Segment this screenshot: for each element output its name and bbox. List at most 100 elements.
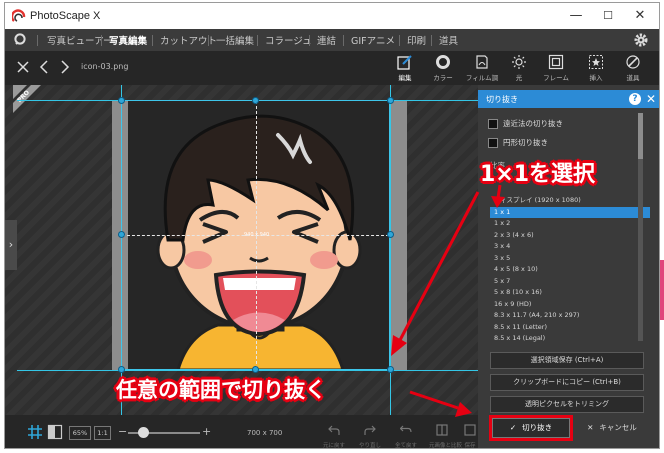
previous-arrow-icon[interactable] [36, 59, 52, 75]
tool-film[interactable]: フィルム調 [464, 54, 500, 84]
close-icon[interactable] [15, 59, 31, 75]
ratio-option[interactable]: 2 x 3 (4 x 6) [490, 230, 650, 242]
tool-frame[interactable]: フレーム [538, 54, 574, 84]
frame-icon [548, 54, 564, 70]
crop-handle-top-left[interactable] [118, 97, 125, 104]
menu-divider [399, 35, 400, 46]
close-icon[interactable]: ✕ [646, 91, 656, 107]
ratio-option[interactable]: 1 x 1 [490, 206, 650, 218]
edit-icon [397, 55, 412, 70]
menu-combine[interactable]: 連結 [317, 33, 336, 47]
crop-handle-right[interactable] [387, 231, 394, 238]
background-edge-strip [660, 260, 664, 320]
crop-handle-top-right[interactable] [387, 97, 394, 104]
compare-label: 元画像と比較 [429, 443, 463, 449]
checkbox-box[interactable] [488, 119, 498, 129]
crop-handle-bottom[interactable] [252, 366, 259, 373]
undo-button[interactable]: 元に戻す [321, 421, 347, 449]
ratio-option[interactable]: 1 x 2 [490, 218, 650, 230]
search-icon[interactable] [13, 32, 28, 47]
ratio-option[interactable]: 4 x 5 (8 x 10) [490, 264, 650, 276]
save-button[interactable]: 保存 [463, 421, 477, 448]
undo-label: 元に戻す [322, 443, 345, 449]
crop-panel-header: 切り抜き ? ✕ [478, 90, 659, 108]
revert-label: 全て戻す [394, 443, 417, 449]
compare-original-button[interactable]: 元画像と比較 [429, 421, 463, 449]
ratio-option[interactable]: 5 x 7 [490, 276, 650, 288]
edit-toolbar: icon-03.png 編集 カラー フィルム調 光 フレーム 挿入 道具 [5, 51, 659, 85]
zoom-percent[interactable]: 65% [69, 426, 91, 440]
ratio-option[interactable]: 8.5 x 14 (Legal) [490, 333, 650, 343]
close-icon: ✕ [587, 423, 594, 432]
crop-ok-button[interactable]: ✓ 切り抜き [489, 415, 573, 441]
tool-label: フレーム [543, 74, 569, 82]
tool-insert[interactable]: 挿入 [578, 54, 614, 84]
menu-batch[interactable]: 一括編集 [216, 33, 254, 47]
revert-all-button[interactable]: 全て戻す [393, 421, 419, 449]
ratio-option[interactable]: 3 x 4 [490, 241, 650, 253]
tool-label: 光 [515, 74, 523, 82]
help-icon[interactable]: ? [629, 93, 641, 105]
crop-guide-bottom [17, 370, 478, 371]
menu-collage[interactable]: コラージュ [265, 33, 312, 47]
compare-view-icon[interactable] [47, 424, 63, 440]
menu-photo-editor[interactable]: 写真編集 [109, 33, 147, 47]
menu-divider [343, 35, 344, 46]
crop-panel-title: 切り抜き [486, 95, 518, 104]
checkbox-label: 遠近法の切り抜き [503, 119, 563, 128]
crop-handle-bottom-left[interactable] [118, 366, 125, 373]
zoom-slider-knob[interactable] [138, 427, 149, 438]
redo-button[interactable]: やり直し [357, 421, 383, 449]
zoom-in-button[interactable]: + [202, 425, 211, 438]
save-selection-button[interactable]: 選択領域保存 (Ctrl+A) [490, 352, 644, 369]
tool-color[interactable]: カラー [425, 54, 461, 84]
grid-icon[interactable] [27, 424, 43, 440]
crop-ok-label: 切り抜き [522, 423, 553, 432]
checkbox-label: 円形切り抜き [503, 138, 548, 147]
menu-divider [208, 35, 209, 46]
tool-tools[interactable]: 道具 [615, 54, 651, 84]
ratio-option[interactable]: 16 x 9 (HD) [490, 299, 650, 311]
check-icon: ✓ [509, 423, 517, 432]
menu-divider [152, 35, 153, 46]
maximize-button[interactable]: ☐ [593, 3, 623, 29]
crop-panel: 切り抜き ? ✕ 遠近法の切り抜き 円形切り抜き 比率 ディスプレイ (1920… [478, 85, 659, 448]
file-name: icon-03.png [81, 62, 129, 71]
circle-crop-checkbox[interactable]: 円形切り抜き [488, 137, 548, 148]
close-window-button[interactable]: ✕ [625, 3, 655, 29]
copy-to-clipboard-button[interactable]: クリップボードにコピー (Ctrl+B) [490, 374, 644, 391]
menu-divider [309, 35, 310, 46]
actual-size-button[interactable]: 1:1 [94, 426, 111, 440]
crop-selection[interactable]: 940 x 940 [121, 100, 390, 370]
ratio-option[interactable]: ディスプレイ (1920 x 1080) [490, 195, 650, 207]
menu-gif[interactable]: GIFアニメ [351, 33, 395, 47]
ratio-list[interactable]: ディスプレイ (1920 x 1080) 1 x 11 x 22 x 3 (4 x… [490, 195, 650, 343]
crop-handle-left[interactable] [118, 231, 125, 238]
ratio-option[interactable]: 5 x 8 (10 x 16) [490, 287, 650, 299]
zoom-out-button[interactable]: − [118, 425, 127, 438]
minimize-button[interactable]: — [561, 3, 591, 29]
ratio-option[interactable]: 8.3 x 11.7 (A4, 210 x 297) [490, 310, 650, 322]
perspective-crop-checkbox[interactable]: 遠近法の切り抜き [488, 118, 563, 129]
image-canvas[interactable]: PRO › 940 x 940 [5, 85, 478, 415]
crop-handle-top[interactable] [252, 97, 259, 104]
tool-edit[interactable]: 編集 [387, 54, 423, 84]
menu-print[interactable]: 印刷 [407, 33, 426, 47]
panel-scrollbar-thumb[interactable] [638, 113, 643, 159]
annotation-crop-any-range: 任意の範囲で切り抜く [116, 378, 326, 402]
annotation-select-1x1: 1×1を選択 [480, 162, 596, 187]
checkbox-box[interactable] [488, 138, 498, 148]
menu-photo-viewer[interactable]: 写真ビューアー [47, 33, 113, 47]
ratio-option[interactable]: 8.5 x 11 (Letter) [490, 322, 650, 334]
ratio-option[interactable]: 3 x 5 [490, 253, 650, 265]
cancel-button[interactable]: ✕ キャンセル [578, 418, 646, 438]
gear-icon[interactable] [633, 32, 649, 48]
tool-light[interactable]: 光 [501, 54, 537, 84]
next-arrow-icon[interactable] [57, 59, 73, 75]
side-panel-toggle[interactable]: › [5, 220, 17, 270]
redo-label: やり直し [358, 443, 381, 449]
pro-badge: PRO [13, 85, 41, 113]
menu-tools[interactable]: 道具 [439, 33, 458, 47]
crop-handle-bottom-right[interactable] [387, 366, 394, 373]
trim-transparent-button[interactable]: 透明ピクセルをトリミング [490, 396, 644, 413]
